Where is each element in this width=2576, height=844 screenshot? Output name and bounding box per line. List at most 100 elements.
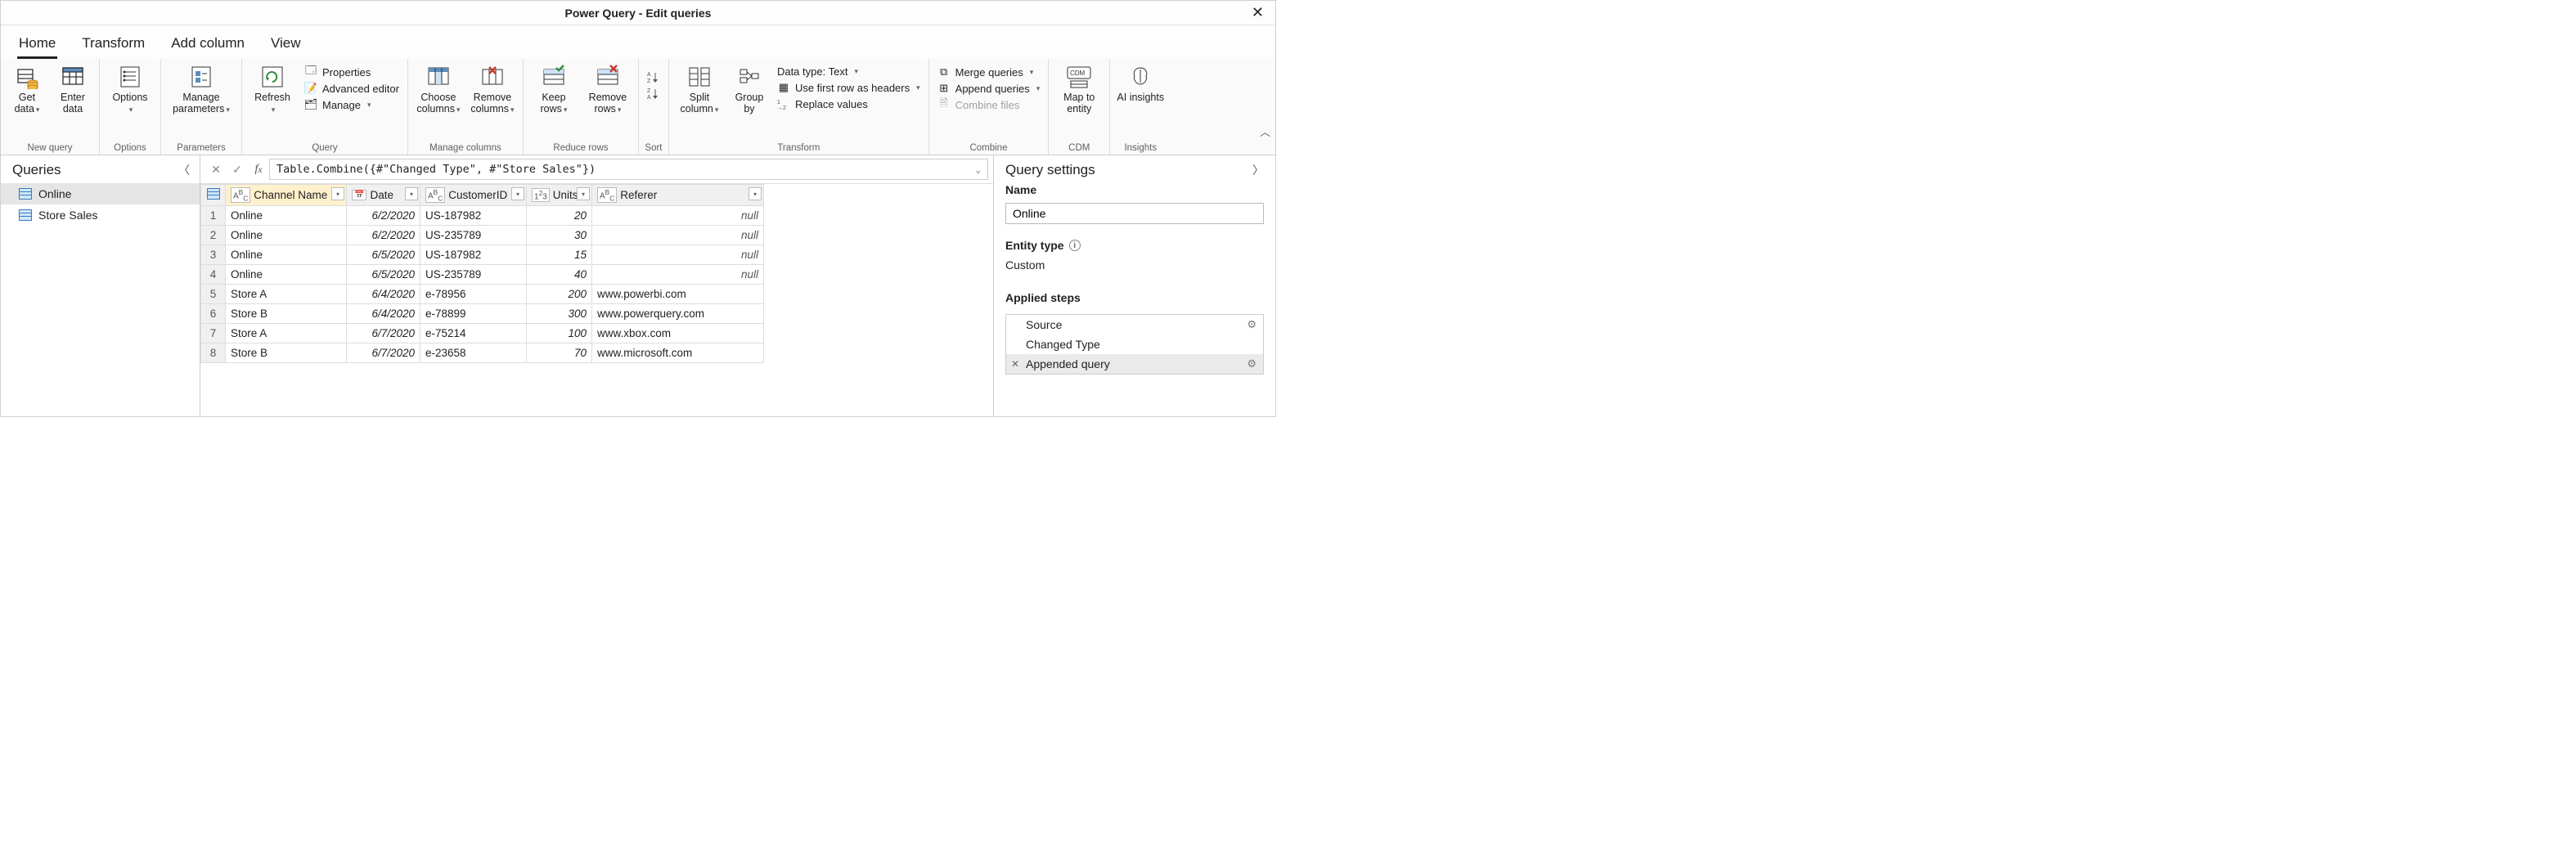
data-type-button[interactable]: Data type: Text ▾ <box>774 64 924 79</box>
row-header[interactable]: 3 <box>201 245 226 265</box>
filter-button[interactable]: ▾ <box>577 187 590 200</box>
enter-data-button[interactable]: Enter data <box>52 62 94 117</box>
table-row[interactable]: 5Store A6/4/2020e-78956200www.powerbi.co… <box>201 285 764 304</box>
filter-button[interactable]: ▾ <box>749 187 762 200</box>
cell[interactable]: null <box>592 206 764 226</box>
cell[interactable]: US-235789 <box>420 265 527 285</box>
split-column-button[interactable]: Split column▾ <box>674 62 725 117</box>
cell[interactable]: 200 <box>527 285 592 304</box>
manage-button[interactable]: 🗂Manage ▾ <box>301 97 402 113</box>
cell[interactable]: 40 <box>527 265 592 285</box>
table-row[interactable]: 4Online6/5/2020US-23578940null <box>201 265 764 285</box>
query-name-input[interactable] <box>1005 203 1264 224</box>
ai-insights-button[interactable]: AI insights <box>1115 62 1166 105</box>
cell[interactable]: www.powerbi.com <box>592 285 764 304</box>
cell[interactable]: e-78899 <box>420 304 527 324</box>
tab-transform[interactable]: Transform <box>80 30 146 59</box>
delete-step-icon[interactable]: ✕ <box>1011 358 1019 370</box>
cell[interactable]: 20 <box>527 206 592 226</box>
cell[interactable]: Store B <box>226 343 347 363</box>
options-button[interactable]: Options▾ <box>105 62 155 117</box>
cell[interactable]: US-235789 <box>420 226 527 245</box>
cell[interactable]: 6/2/2020 <box>347 206 420 226</box>
group-by-button[interactable]: Group by <box>728 62 771 117</box>
cell[interactable]: null <box>592 265 764 285</box>
cell[interactable]: US-187982 <box>420 206 527 226</box>
cell[interactable]: 6/4/2020 <box>347 304 420 324</box>
cancel-formula-button[interactable]: ✕ <box>205 159 227 179</box>
manage-parameters-button[interactable]: Manage parameters▾ <box>166 62 236 117</box>
map-to-entity-button[interactable]: CDM Map to entity <box>1054 62 1104 117</box>
cell[interactable]: 6/4/2020 <box>347 285 420 304</box>
get-data-button[interactable]: Get data▾ <box>6 62 48 117</box>
formula-input[interactable]: Table.Combine({#"Changed Type", #"Store … <box>269 159 988 180</box>
first-row-headers-button[interactable]: ▦Use first row as headers ▾ <box>774 79 924 96</box>
column-header-customerid[interactable]: ABC CustomerID▾ <box>420 185 527 206</box>
advanced-editor-button[interactable]: 📝Advanced editor <box>301 80 402 97</box>
collapse-ribbon-button[interactable]: ︿ <box>1260 123 1270 139</box>
cell[interactable]: 100 <box>527 324 592 343</box>
refresh-button[interactable]: Refresh▾ <box>247 62 298 117</box>
cell[interactable]: 6/7/2020 <box>347 343 420 363</box>
cell[interactable]: 6/5/2020 <box>347 265 420 285</box>
row-header[interactable]: 5 <box>201 285 226 304</box>
cell[interactable]: Online <box>226 206 347 226</box>
column-header-channel-name[interactable]: ABC Channel Name▾ <box>226 185 347 206</box>
row-header[interactable]: 4 <box>201 265 226 285</box>
cell[interactable]: US-187982 <box>420 245 527 265</box>
applied-step-source[interactable]: Source⚙ <box>1006 315 1263 334</box>
filter-button[interactable]: ▾ <box>511 187 524 200</box>
row-header[interactable]: 2 <box>201 226 226 245</box>
cell[interactable]: www.xbox.com <box>592 324 764 343</box>
cell[interactable]: Online <box>226 245 347 265</box>
cell[interactable]: e-75214 <box>420 324 527 343</box>
cell[interactable]: e-23658 <box>420 343 527 363</box>
collapse-queries-button[interactable]: 〈 <box>178 162 190 178</box>
remove-rows-button[interactable]: Remove rows▾ <box>582 62 633 117</box>
table-row[interactable]: 6Store B6/4/2020e-78899300www.powerquery… <box>201 304 764 324</box>
cell[interactable]: null <box>592 245 764 265</box>
sort-desc-button[interactable]: ZA <box>644 85 663 101</box>
row-header[interactable]: 7 <box>201 324 226 343</box>
properties-button[interactable]: 🗔Properties <box>301 64 402 80</box>
row-header[interactable]: 8 <box>201 343 226 363</box>
select-all-cell[interactable] <box>201 185 226 206</box>
replace-values-button[interactable]: 1→2Replace values <box>774 96 924 112</box>
filter-button[interactable]: ▾ <box>331 187 344 200</box>
table-row[interactable]: 1Online6/2/2020US-18798220null <box>201 206 764 226</box>
table-row[interactable]: 8Store B6/7/2020e-2365870www.microsoft.c… <box>201 343 764 363</box>
column-header-units[interactable]: 123 Units▾ <box>527 185 592 206</box>
cell[interactable]: e-78956 <box>420 285 527 304</box>
cell[interactable]: Store A <box>226 285 347 304</box>
tab-add-column[interactable]: Add column <box>169 30 246 59</box>
remove-columns-button[interactable]: Remove columns▾ <box>467 62 518 117</box>
gear-icon[interactable]: ⚙ <box>1247 357 1257 370</box>
combine-files-button[interactable]: 🗎Combine files <box>934 97 1044 113</box>
filter-button[interactable]: ▾ <box>405 187 418 200</box>
info-icon[interactable]: i <box>1069 240 1081 251</box>
query-item-online[interactable]: Online <box>1 183 200 204</box>
cell[interactable]: Store A <box>226 324 347 343</box>
cell[interactable]: 6/2/2020 <box>347 226 420 245</box>
fx-button[interactable]: fx <box>248 159 269 179</box>
cell[interactable]: Online <box>226 265 347 285</box>
cell[interactable]: Online <box>226 226 347 245</box>
applied-step-changed-type[interactable]: Changed Type <box>1006 334 1263 354</box>
gear-icon[interactable]: ⚙ <box>1247 318 1257 331</box>
keep-rows-button[interactable]: Keep rows▾ <box>528 62 579 117</box>
cell[interactable]: 15 <box>527 245 592 265</box>
accept-formula-button[interactable]: ✓ <box>227 159 248 179</box>
row-header[interactable]: 1 <box>201 206 226 226</box>
applied-step-appended-query[interactable]: ✕Appended query⚙ <box>1006 354 1263 374</box>
sort-asc-button[interactable]: AZ <box>644 69 663 85</box>
cell[interactable]: 6/5/2020 <box>347 245 420 265</box>
merge-queries-button[interactable]: ⧉Merge queries ▾ <box>934 64 1044 80</box>
cell[interactable]: www.powerquery.com <box>592 304 764 324</box>
tab-home[interactable]: Home <box>17 30 57 59</box>
table-row[interactable]: 2Online6/2/2020US-23578930null <box>201 226 764 245</box>
expand-formula-button[interactable]: ⌄ <box>975 164 981 175</box>
choose-columns-button[interactable]: Choose columns▾ <box>413 62 464 117</box>
cell[interactable]: www.microsoft.com <box>592 343 764 363</box>
close-button[interactable]: ✕ <box>1245 2 1270 23</box>
cell[interactable]: 300 <box>527 304 592 324</box>
